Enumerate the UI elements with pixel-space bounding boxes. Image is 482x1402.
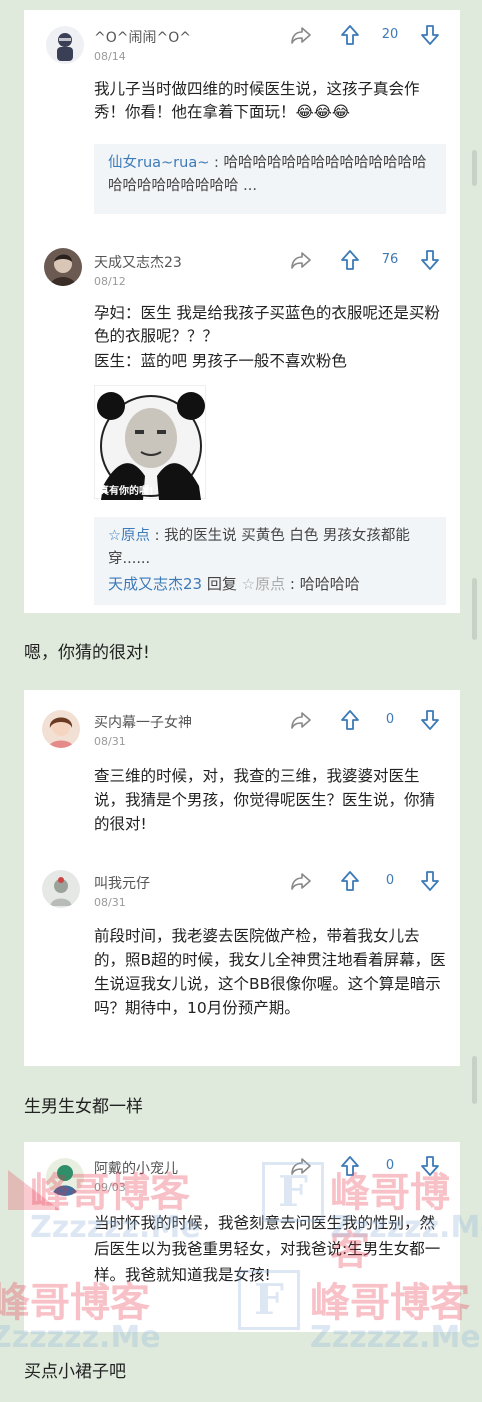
- scrollbar-thumb[interactable]: [472, 150, 477, 186]
- up-arrow-icon: [341, 250, 359, 270]
- upvote-button[interactable]: [340, 24, 360, 46]
- comment-body: 孕妇：医生 我是给我孩子买蓝色的衣服呢还是买粉色的衣服呢？？？: [94, 304, 440, 345]
- reply-quote[interactable]: 仙女rua~rua~ : 哈哈哈哈哈哈哈哈哈哈哈哈哈哈哈哈哈哈哈哈哈哈哈 ...: [94, 144, 446, 214]
- downvote-button[interactable]: [420, 870, 440, 892]
- comment-body: 我儿子当时做四维的时候医生说，这孩子真会作秀！你看！他在拿着下面玩！😂😂😂: [94, 80, 420, 121]
- headline: 买点小裙子吧: [24, 1362, 126, 1382]
- like-count: 0: [385, 873, 395, 888]
- comment-date: 08/12: [94, 275, 126, 288]
- upvote-button[interactable]: [340, 709, 360, 731]
- share-arrow-icon: [291, 1158, 311, 1175]
- upvote-button[interactable]: [340, 249, 360, 271]
- username[interactable]: 叫我元仔: [94, 873, 150, 893]
- down-arrow-icon: [421, 1156, 439, 1176]
- up-arrow-icon: [341, 710, 359, 730]
- username[interactable]: 天成又志杰23: [94, 252, 182, 272]
- share-arrow-icon: [291, 27, 311, 44]
- like-count: 0: [385, 712, 395, 727]
- up-arrow-icon: [341, 25, 359, 45]
- share-arrow-icon: [291, 873, 311, 890]
- up-arrow-icon: [341, 1156, 359, 1176]
- meme-caption: 真有你的喔!: [99, 486, 154, 497]
- avatar[interactable]: [46, 26, 84, 64]
- username[interactable]: ^O^闹闹^O^: [94, 27, 191, 47]
- comment-body-line2: 医生：蓝的吧 男孩子一般不喜欢粉色: [94, 352, 347, 370]
- downvote-button[interactable]: [420, 249, 440, 271]
- avatar[interactable]: [46, 1158, 84, 1196]
- upvote-button[interactable]: [340, 1155, 360, 1177]
- reply-target[interactable]: ☆原点: [242, 575, 285, 593]
- reply-username[interactable]: 天成又志杰23: [108, 575, 202, 593]
- share-arrow-icon: [291, 712, 311, 729]
- downvote-button[interactable]: [420, 1155, 440, 1177]
- comment-card-3: 阿戴的小宠儿 09/03 0 当时怀我的时候，我爸刻意去问医生我的性别，然后医生…: [24, 1142, 460, 1332]
- share-button[interactable]: [290, 871, 312, 891]
- comment-date: 08/31: [94, 896, 126, 909]
- reply-quote[interactable]: ☆原点 : 我的医生说 买黄色 白色 男孩女孩都能穿...... 天成又志杰23…: [94, 517, 446, 605]
- downvote-button[interactable]: [420, 24, 440, 46]
- avatar[interactable]: [42, 710, 80, 748]
- like-count: 76: [381, 252, 399, 267]
- comment-body: 前段时间，我老婆去医院做产检，带着我女儿去的，照B超的时候，我女儿全神贯注地看着…: [94, 927, 446, 1017]
- share-button[interactable]: [290, 710, 312, 730]
- share-arrow-icon: [291, 252, 311, 269]
- reply-colon: :: [213, 155, 219, 171]
- reply-username[interactable]: ☆原点: [108, 528, 150, 544]
- comment-date: 08/14: [94, 50, 126, 63]
- meme-image[interactable]: 真有你的喔!: [94, 385, 206, 500]
- down-arrow-icon: [421, 871, 439, 891]
- down-arrow-icon: [421, 25, 439, 45]
- down-arrow-icon: [421, 710, 439, 730]
- downvote-button[interactable]: [420, 709, 440, 731]
- comment-card-2: 买内幕一子女神 08/31 0 查三维的时候，对，我查的三维，我婆婆对医生说，我…: [24, 690, 460, 1066]
- share-button[interactable]: [290, 25, 312, 45]
- comment-card-1: ^O^闹闹^O^ 08/14 20 我儿子当时做四维的时候医生说，这孩子真会作秀…: [24, 10, 460, 613]
- reply-text: 我的医生说 买黄色 白色 男孩女孩都能穿......: [108, 528, 410, 567]
- headline: 嗯，你猜的很对!: [24, 643, 150, 663]
- comment-body: 当时怀我的时候，我爸刻意去问医生我的性别，然后医生以为我爸重男轻女，对我爸说:生…: [94, 1214, 441, 1284]
- share-button[interactable]: [290, 1156, 312, 1176]
- reply-username[interactable]: 仙女rua~rua~: [108, 155, 209, 171]
- reply-colon: :: [154, 528, 160, 544]
- scrollbar-thumb[interactable]: [472, 1056, 477, 1104]
- down-arrow-icon: [421, 250, 439, 270]
- scrollbar-thumb[interactable]: [472, 578, 477, 640]
- username[interactable]: 买内幕一子女神: [94, 712, 192, 732]
- avatar[interactable]: [42, 870, 80, 908]
- avatar[interactable]: [44, 248, 82, 286]
- headline: 生男生女都一样: [24, 1097, 143, 1117]
- like-count: 0: [385, 1158, 395, 1173]
- up-arrow-icon: [341, 871, 359, 891]
- username[interactable]: 阿戴的小宠儿: [94, 1158, 178, 1178]
- share-button[interactable]: [290, 250, 312, 270]
- like-count: 20: [381, 27, 399, 42]
- comment-date: 09/03: [94, 1181, 126, 1194]
- reply-text: 哈哈哈哈: [299, 575, 360, 593]
- reply-colon: :: [289, 575, 295, 593]
- comment-body: 查三维的时候，对，我查的三维，我婆婆对医生说，我猜是个男孩，你觉得呢医生？医生说…: [94, 767, 436, 833]
- reply-action: 回复: [206, 575, 237, 593]
- upvote-button[interactable]: [340, 870, 360, 892]
- comment-date: 08/31: [94, 735, 126, 748]
